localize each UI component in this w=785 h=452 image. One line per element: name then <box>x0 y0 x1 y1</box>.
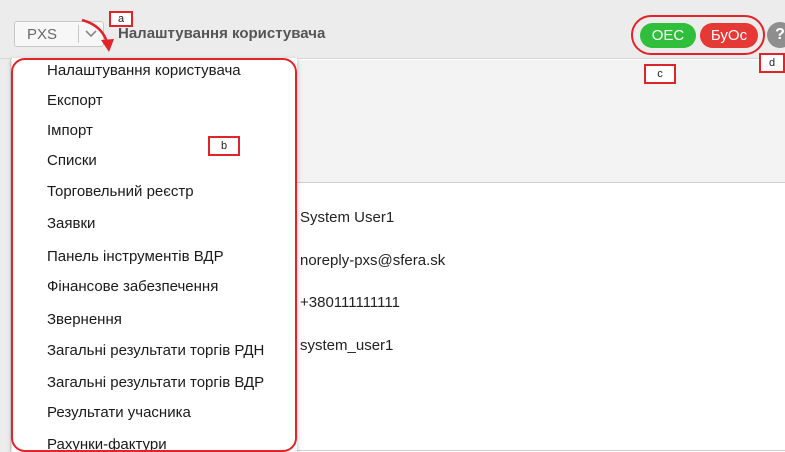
annotation-label-a: a <box>109 11 133 27</box>
annotation-label-d: d <box>759 53 785 73</box>
annotation-label-c: c <box>644 64 676 84</box>
annotation-label-b: b <box>208 136 240 156</box>
